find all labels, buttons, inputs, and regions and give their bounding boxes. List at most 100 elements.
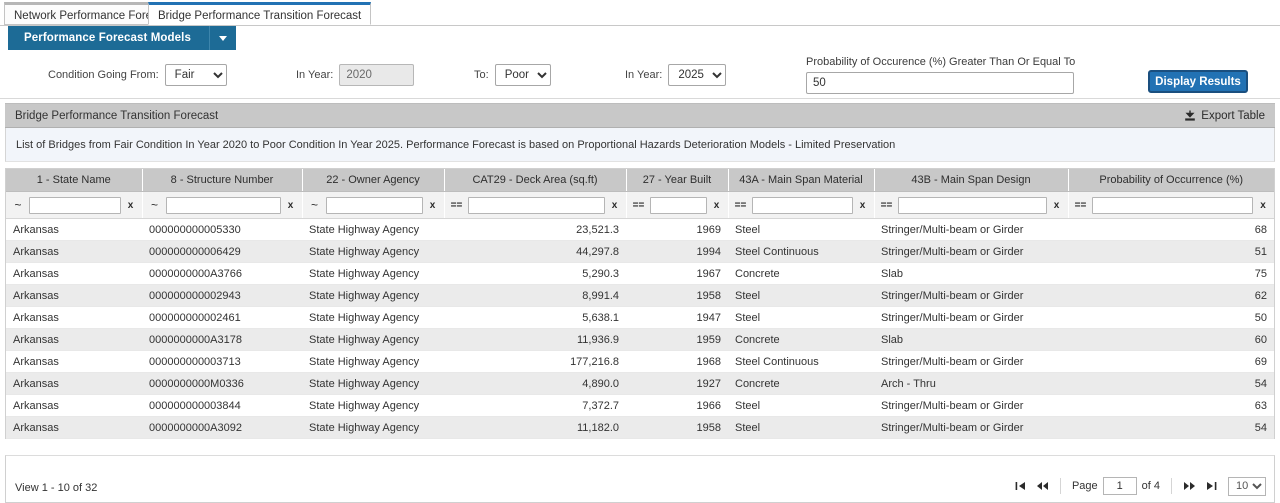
table-cell: 23,521.3 [444, 218, 626, 241]
column-filter-cell: == x [444, 191, 627, 219]
column-header[interactable]: Probability of Occurrence (%) [1068, 169, 1274, 192]
table-cell: 1969 [626, 218, 728, 241]
in-year-to-group: In Year: 2025 [625, 64, 727, 86]
table-row[interactable]: Arkansas 000000000002943 State Highway Age… [6, 284, 1274, 307]
table-cell: 1958 [626, 416, 728, 439]
table-cell: 1927 [626, 372, 728, 395]
first-page-icon[interactable] [1010, 476, 1032, 496]
table-cell: 4,890.0 [444, 372, 626, 395]
chevron-down-icon[interactable] [208, 26, 236, 50]
table-cell: Steel [728, 306, 874, 329]
previous-page-icon[interactable] [1032, 476, 1054, 496]
table-cell: Concrete [728, 328, 874, 351]
filter-input[interactable] [897, 196, 1047, 214]
table-cell: 11,936.9 [444, 328, 626, 351]
table-cell: State Highway Agency [302, 416, 444, 439]
filter-input[interactable] [1091, 196, 1253, 214]
table-cell: 0000000000M0336 [142, 372, 302, 395]
filter-input[interactable] [467, 196, 605, 214]
filter-operator[interactable]: == [879, 200, 895, 211]
column-header[interactable]: 8 - Structure Number [142, 169, 303, 192]
table-cell: Arkansas [6, 394, 142, 417]
filter-operator[interactable]: == [733, 200, 749, 211]
condition-to-select[interactable]: Poor [494, 64, 551, 86]
filter-bar: Condition Going From: Fair In Year: To: … [0, 52, 1280, 99]
table-filter-row: ~ x ~ x ~ x == x == x == x == x == x [6, 191, 1274, 219]
table-cell: 50 [1068, 306, 1274, 329]
last-page-icon[interactable] [1200, 476, 1222, 496]
table-cell: 8,991.4 [444, 284, 626, 307]
condition-from-select[interactable]: Fair [164, 64, 227, 86]
table-cell: Stringer/Multi-beam or Girder [874, 350, 1068, 373]
table-cell: 44,297.8 [444, 240, 626, 263]
filter-operator[interactable]: ~ [147, 198, 163, 212]
clear-filter-icon[interactable]: x [856, 200, 870, 211]
column-header[interactable]: 1 - State Name [6, 169, 143, 192]
table-row[interactable]: Arkansas 000000000006429 State Highway Age… [6, 240, 1274, 263]
display-results-label: Display Results [1155, 75, 1241, 88]
table-row[interactable]: Arkansas 0000000000A3092 State Highway Age… [6, 416, 1274, 439]
filter-input[interactable] [165, 196, 281, 214]
in-year-to-select[interactable]: 2025 [668, 64, 727, 86]
table-cell: 1958 [626, 284, 728, 307]
next-page-icon[interactable] [1178, 476, 1200, 496]
table-cell: Stringer/Multi-beam or Girder [874, 394, 1068, 417]
table-cell: State Highway Agency [302, 350, 444, 373]
table-cell: 54 [1068, 372, 1274, 395]
column-header[interactable]: 43B - Main Span Design [874, 169, 1069, 192]
filter-operator[interactable]: == [631, 200, 647, 211]
column-header[interactable]: 43A - Main Span Material [728, 169, 875, 192]
in-year-from-input [339, 64, 415, 86]
table-cell: State Highway Agency [302, 284, 444, 307]
table-cell: 1967 [626, 262, 728, 285]
table-cell: State Highway Agency [302, 306, 444, 329]
filter-operator[interactable]: == [1073, 200, 1089, 211]
clear-filter-icon[interactable]: x [710, 200, 724, 211]
clear-filter-icon[interactable]: x [1256, 200, 1270, 211]
table-cell: 1994 [626, 240, 728, 263]
models-button-label: Performance Forecast Models [24, 32, 191, 44]
filter-input[interactable] [29, 196, 121, 214]
display-results-button[interactable]: Display Results [1148, 70, 1248, 93]
table-row[interactable]: Arkansas 000000000005330 State Highway Age… [6, 218, 1274, 241]
clear-filter-icon[interactable]: x [124, 200, 138, 211]
total-pages-label: of 4 [1141, 480, 1160, 492]
performance-forecast-models-button[interactable]: Performance Forecast Models [8, 26, 236, 50]
table-cell: Concrete [728, 262, 874, 285]
table-header-row: 1 - State Name 8 - Structure Number 22 - O… [6, 169, 1274, 192]
export-table-label: Export Table [1201, 109, 1265, 122]
table-cell: Steel [728, 416, 874, 439]
table-row[interactable]: Arkansas 0000000000A3178 State Highway Age… [6, 328, 1274, 351]
page-number-input[interactable] [1102, 477, 1137, 495]
filter-operator[interactable]: ~ [307, 198, 323, 212]
table-footer: View 1 - 10 of 32 Page of 4 10 [5, 455, 1275, 503]
in-year-to-label: In Year: [625, 69, 663, 81]
filter-operator[interactable]: ~ [10, 198, 26, 212]
table-row[interactable]: Arkansas 000000000003713 State Highway Age… [6, 350, 1274, 373]
table-cell: Stringer/Multi-beam or Girder [874, 284, 1068, 307]
table-row[interactable]: Arkansas 000000000003844 State Highway Age… [6, 394, 1274, 417]
clear-filter-icon[interactable]: x [284, 200, 298, 211]
table-row[interactable]: Arkansas 0000000000A3766 State Highway Age… [6, 262, 1274, 285]
clear-filter-icon[interactable]: x [608, 200, 622, 211]
table-cell: State Highway Agency [302, 394, 444, 417]
column-header[interactable]: 22 - Owner Agency [302, 169, 445, 192]
export-table-button[interactable]: Export Table [1184, 104, 1265, 127]
filter-input[interactable] [751, 196, 853, 214]
filter-input[interactable] [325, 196, 423, 214]
clear-filter-icon[interactable]: x [426, 200, 440, 211]
table-row[interactable]: Arkansas 000000000002461 State Highway Age… [6, 306, 1274, 329]
clear-filter-icon[interactable]: x [1050, 200, 1064, 211]
page-label: Page [1071, 480, 1098, 492]
probability-input[interactable] [806, 72, 1074, 94]
tab-bridge-performance-transition-forecast[interactable]: Bridge Performance Transition Forecast [148, 2, 372, 25]
table-cell: Arkansas [6, 262, 142, 285]
column-header[interactable]: 27 - Year Built [626, 169, 729, 192]
table-cell: Stringer/Multi-beam or Girder [874, 306, 1068, 329]
table-row[interactable]: Arkansas 0000000000M0336 State Highway Age… [6, 372, 1274, 395]
panel-title: Bridge Performance Transition Forecast [15, 109, 219, 122]
column-header[interactable]: CAT29 - Deck Area (sq.ft) [444, 169, 627, 192]
filter-operator[interactable]: == [449, 200, 465, 211]
filter-input[interactable] [649, 196, 707, 214]
page-size-select[interactable]: 10 [1228, 476, 1266, 496]
